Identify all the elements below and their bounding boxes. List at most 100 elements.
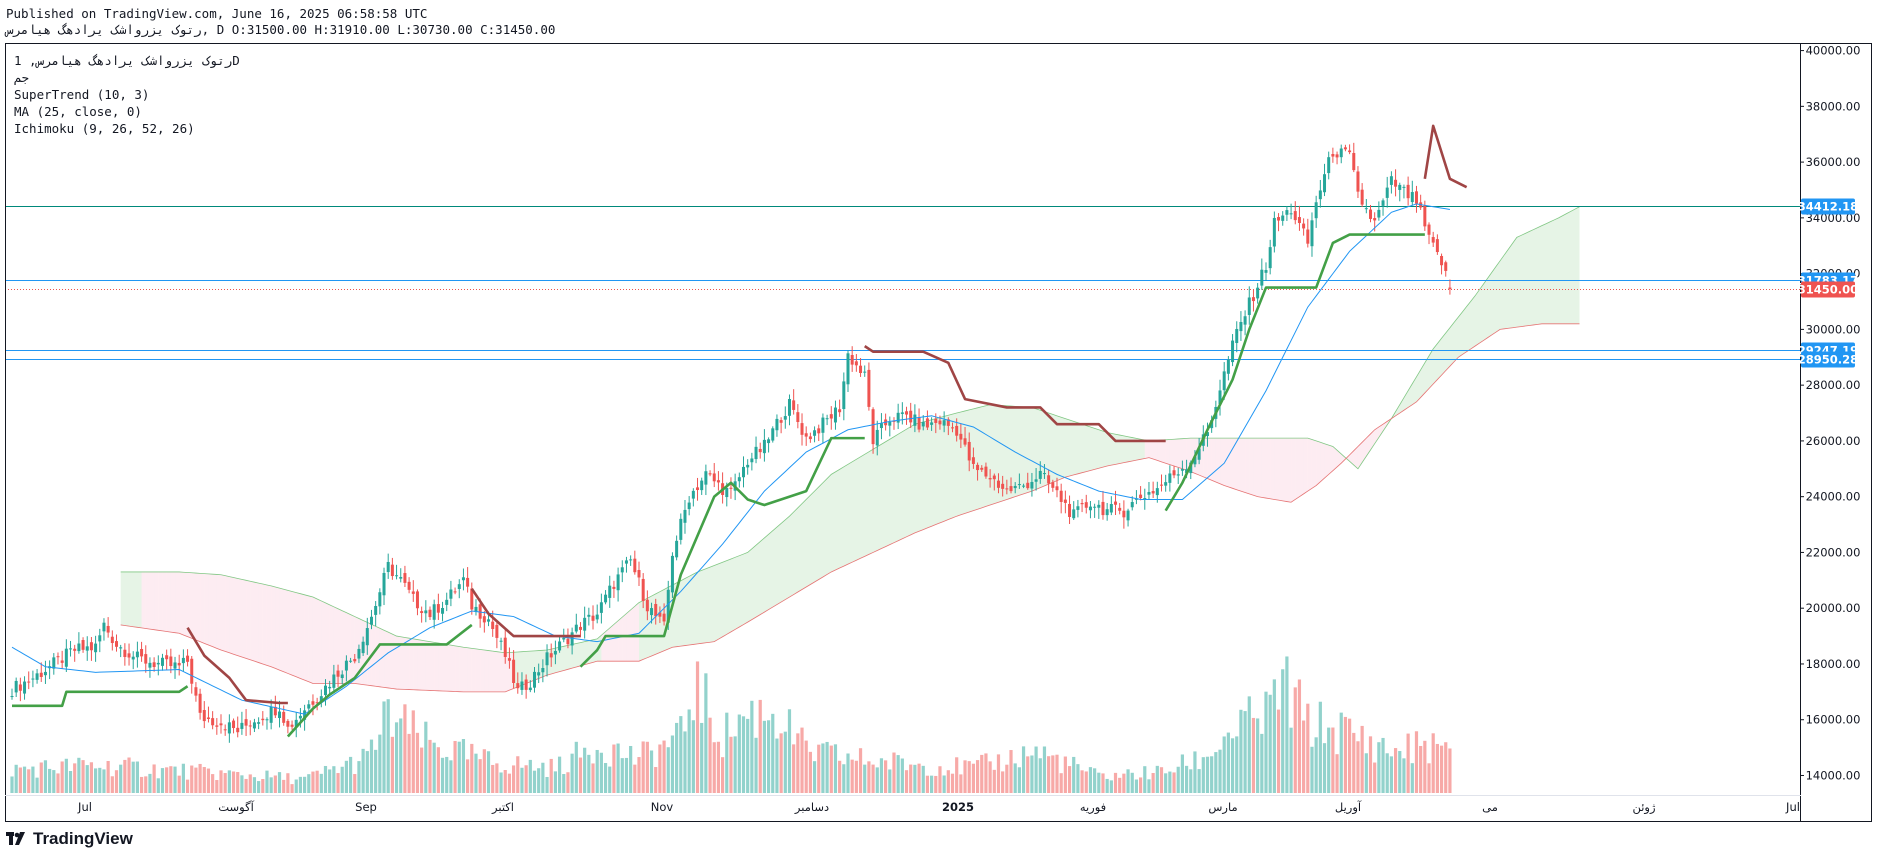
- kumo-segment: [697, 570, 702, 644]
- kumo-segment: [1207, 438, 1212, 481]
- candle-body: [290, 724, 294, 727]
- volume-bar: [1005, 764, 1009, 793]
- volume-bar: [378, 734, 382, 793]
- volume-bar: [486, 751, 491, 793]
- kumo-segment: [1286, 438, 1292, 503]
- volume-bar: [842, 764, 846, 793]
- volume-bar: [298, 776, 303, 793]
- candle-body: [762, 439, 766, 454]
- volume-bar: [570, 753, 574, 793]
- kumo-segment: [914, 423, 920, 533]
- candle-body: [850, 354, 854, 365]
- candle-body: [1222, 371, 1226, 391]
- time-tick-label: ژوئن: [1632, 800, 1656, 815]
- volume-bar: [344, 760, 348, 793]
- kumo-segment: [814, 486, 819, 582]
- volume-bar: [996, 754, 1001, 793]
- volume-bar: [721, 757, 725, 793]
- volume-bar: [223, 773, 227, 793]
- kumo-segment: [409, 638, 414, 690]
- candle-body: [524, 679, 528, 690]
- volume-bar: [1419, 745, 1423, 793]
- candle-body: [905, 411, 909, 415]
- candle-body: [1444, 262, 1448, 271]
- kumo-segment: [1178, 438, 1183, 469]
- candle-body: [1139, 494, 1143, 499]
- candle-body: [696, 487, 700, 491]
- candle-body: [1323, 174, 1327, 193]
- volume-bar: [64, 758, 68, 793]
- volume-bar: [1205, 756, 1210, 793]
- volume-bar: [482, 749, 486, 793]
- kumo-segment: [1073, 421, 1078, 475]
- candle-body: [152, 662, 156, 668]
- kumo-segment: [1504, 249, 1509, 329]
- kumo-segment: [450, 645, 456, 692]
- candle-body: [624, 560, 628, 564]
- candle-body: [863, 371, 867, 373]
- volume-bar: [457, 741, 461, 793]
- volume-bar: [1339, 712, 1343, 793]
- kumo-segment: [605, 627, 610, 662]
- candle-body: [1101, 501, 1105, 516]
- kumo-segment: [1291, 438, 1296, 503]
- candle-body: [1063, 499, 1067, 503]
- kumo-segment: [1516, 235, 1521, 328]
- volume-bar: [252, 777, 257, 793]
- kumo-segment: [133, 571, 138, 628]
- volume-bar: [436, 747, 440, 793]
- candle-body: [1097, 504, 1101, 508]
- volume-bar: [716, 741, 721, 793]
- candle-body: [1431, 237, 1435, 243]
- volume-bar: [833, 744, 838, 793]
- candle-body: [119, 647, 123, 649]
- candle-body: [583, 617, 587, 631]
- kumo-segment: [1220, 438, 1225, 486]
- volume-bar: [386, 699, 390, 793]
- candle-body: [1126, 510, 1130, 521]
- candle-body: [257, 722, 261, 724]
- volume-bar: [838, 760, 842, 793]
- candle-body: [386, 561, 390, 573]
- kumo-segment: [768, 530, 773, 610]
- volume-bar: [1310, 746, 1314, 793]
- volume-bar: [1302, 720, 1306, 793]
- candle-body: [645, 599, 649, 612]
- candle-body: [1235, 328, 1239, 344]
- volume-bar: [1113, 772, 1118, 793]
- volume-bar: [549, 758, 553, 793]
- kumo-segment: [1236, 438, 1241, 492]
- candle-body: [60, 660, 64, 663]
- candle-body: [1059, 490, 1063, 502]
- volume-bar: [1001, 771, 1005, 793]
- kumo-segment: [789, 512, 794, 598]
- volume-bar: [959, 774, 963, 793]
- candle-body: [1001, 483, 1005, 489]
- kumo-segment: [183, 572, 188, 637]
- volume-bar: [620, 758, 624, 793]
- volume-bar: [695, 661, 700, 793]
- volume-bar: [1176, 766, 1180, 793]
- volume-bar: [629, 745, 633, 793]
- candle-body: [27, 681, 31, 683]
- volume-bar: [432, 742, 436, 793]
- kumo-segment: [873, 446, 878, 553]
- candle-body: [106, 625, 110, 633]
- candle-body: [240, 722, 244, 729]
- price-chart[interactable]: 40000.0038000.0036000.0034000.0032000.00…: [0, 0, 1878, 858]
- kumo-segment: [1161, 439, 1166, 464]
- kumo-segment: [225, 575, 230, 653]
- brand-footer[interactable]: TradingView: [6, 829, 133, 849]
- kumo-segment: [475, 648, 481, 692]
- kumo-segment: [1086, 425, 1091, 472]
- kumo-segment: [923, 420, 928, 530]
- candle-body: [616, 574, 620, 591]
- volume-bar: [89, 762, 94, 793]
- volume-bar: [1047, 756, 1051, 793]
- volume-bar: [875, 767, 879, 793]
- kumo-segment: [283, 589, 288, 674]
- candle-body: [1076, 506, 1080, 510]
- volume-bar: [1080, 770, 1084, 793]
- candle-body: [491, 621, 495, 630]
- candle-body: [453, 591, 457, 593]
